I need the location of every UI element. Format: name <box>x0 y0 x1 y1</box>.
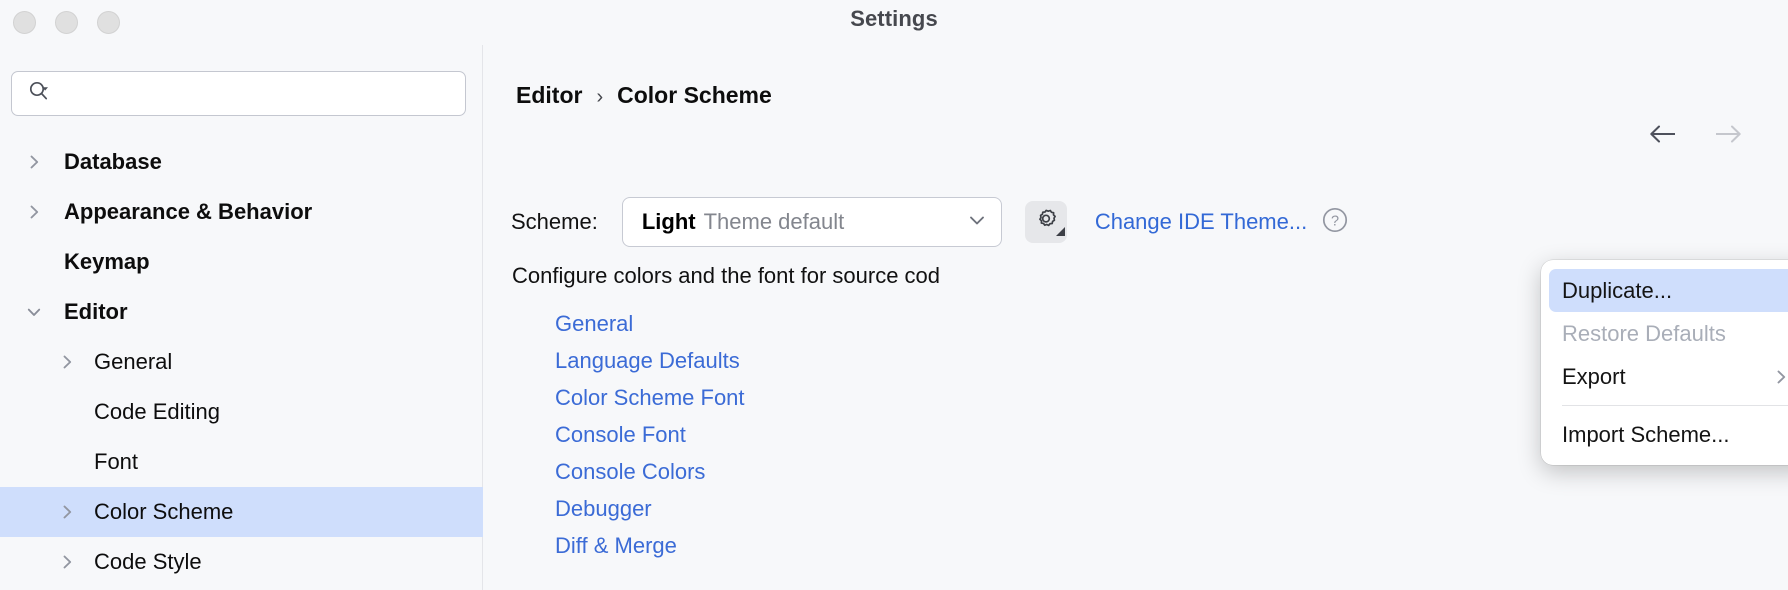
settings-main-pane: Editor › Color Scheme Scheme: Light Them… <box>484 45 1788 590</box>
scheme-link-debugger[interactable]: Debugger <box>555 490 745 527</box>
chevron-right-icon[interactable] <box>56 551 78 573</box>
sidebar-item-general[interactable]: General <box>0 337 483 387</box>
scheme-link-language-defaults[interactable]: Language Defaults <box>555 342 745 379</box>
navigation-arrows <box>1648 122 1743 151</box>
sidebar-item-label: Editor <box>64 299 128 324</box>
breadcrumb-parent[interactable]: Editor <box>516 82 582 109</box>
gear-button[interactable] <box>1024 201 1067 243</box>
search-icon <box>28 80 50 107</box>
settings-window: Settings Database Appearance & Behavior Ke… <box>0 0 1788 590</box>
chevron-right-icon[interactable] <box>23 151 45 173</box>
sidebar-item-appearance-behavior[interactable]: Appearance & Behavior <box>0 187 483 237</box>
sidebar-item-keymap[interactable]: Keymap <box>0 237 483 287</box>
scheme-link-diff-merge[interactable]: Diff & Merge <box>555 527 745 564</box>
breadcrumb-current: Color Scheme <box>617 82 772 108</box>
settings-sidebar: Database Appearance & Behavior Keymap Edito… <box>0 45 483 590</box>
dropdown-triangle-icon <box>1055 223 1065 241</box>
breadcrumb: Editor › Color Scheme <box>516 82 772 109</box>
menu-item-label: Export <box>1562 363 1626 389</box>
scheme-value-suffix: Theme default <box>703 209 845 234</box>
sidebar-item-editor[interactable]: Editor <box>0 287 483 337</box>
scheme-link-list: General Language Defaults Color Scheme Fon… <box>555 305 745 564</box>
gear-context-menu: Duplicate... Restore Defaults Export Import… <box>1541 260 1788 465</box>
menu-separator <box>1562 405 1788 406</box>
menu-item-restore-defaults: Restore Defaults <box>1549 312 1788 355</box>
chevron-right-icon[interactable] <box>56 501 78 523</box>
menu-item-label: Restore Defaults <box>1562 320 1726 346</box>
sidebar-item-database[interactable]: Database <box>0 137 483 187</box>
scheme-link-console-colors[interactable]: Console Colors <box>555 453 745 490</box>
window-title: Settings <box>850 6 938 31</box>
sidebar-item-code-style[interactable]: Code Style <box>0 537 483 587</box>
sidebar-item-label: Code Editing <box>94 399 220 424</box>
sidebar-item-label: Keymap <box>64 249 150 274</box>
scheme-value-name: Light <box>641 209 696 234</box>
svg-text:?: ? <box>1331 213 1339 229</box>
title-bar: Settings <box>0 0 1788 45</box>
chevron-right-icon[interactable] <box>56 351 78 373</box>
sidebar-item-font[interactable]: Font <box>0 437 483 487</box>
scheme-row: Scheme: Light Theme default Change IDE T… <box>511 197 1349 247</box>
scheme-value: Light Theme default <box>642 209 967 235</box>
chevron-right-icon <box>1771 367 1788 387</box>
sidebar-item-label: Appearance & Behavior <box>64 199 313 224</box>
scheme-link-console-font[interactable]: Console Font <box>555 416 745 453</box>
sidebar-item-label: Database <box>64 149 162 174</box>
chevron-down-icon[interactable] <box>23 301 45 323</box>
sidebar-item-label: Code Style <box>94 549 202 574</box>
breadcrumb-separator: › <box>596 86 604 108</box>
menu-item-duplicate[interactable]: Duplicate... <box>1549 269 1788 312</box>
menu-item-export[interactable]: Export <box>1549 355 1788 398</box>
settings-tree: Database Appearance & Behavior Keymap Edito… <box>0 137 483 587</box>
menu-item-import-scheme[interactable]: Import Scheme... <box>1549 413 1788 456</box>
menu-item-label: Duplicate... <box>1562 277 1673 303</box>
scheme-link-general[interactable]: General <box>555 305 745 342</box>
arrow-right-icon <box>1712 122 1743 151</box>
sidebar-item-color-scheme[interactable]: Color Scheme <box>0 487 483 537</box>
chevron-down-icon <box>967 210 987 235</box>
sidebar-item-label: General <box>94 349 173 374</box>
chevron-right-icon[interactable] <box>23 201 45 223</box>
sidebar-item-code-editing[interactable]: Code Editing <box>0 387 483 437</box>
scheme-select[interactable]: Light Theme default <box>621 197 1002 247</box>
scheme-link-color-scheme-font[interactable]: Color Scheme Font <box>555 379 745 416</box>
sidebar-item-label: Font <box>94 449 139 474</box>
help-circle-icon[interactable]: ? <box>1321 206 1349 239</box>
search-input[interactable] <box>50 72 465 115</box>
arrow-left-icon[interactable] <box>1648 122 1679 151</box>
page-description: Configure colors and the font for source… <box>512 263 941 288</box>
sidebar-item-label: Color Scheme <box>94 499 234 524</box>
search-box[interactable] <box>11 71 466 116</box>
menu-item-label: Import Scheme... <box>1562 421 1730 447</box>
scheme-label: Scheme: <box>511 209 598 234</box>
change-ide-theme-link[interactable]: Change IDE Theme... <box>1095 209 1307 235</box>
